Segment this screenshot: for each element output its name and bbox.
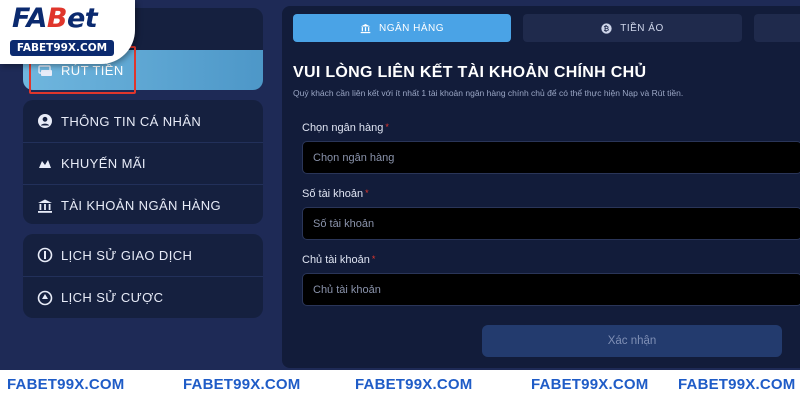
watermark-text: FABET99X.COM bbox=[355, 376, 473, 393]
tab-label: TIỀN ẢO bbox=[620, 22, 664, 34]
sidebar-group-account: THÔNG TIN CÁ NHÂN KHUYẾN MÃI TÀI KHOẢN N… bbox=[23, 100, 263, 224]
bet-history-icon bbox=[37, 290, 53, 306]
tab-more[interactable] bbox=[754, 14, 800, 42]
logo-domain: FABET99X.COM bbox=[10, 40, 114, 56]
tab-bank[interactable]: NGÂN HÀNG bbox=[293, 14, 511, 42]
account-holder-label: Chủ tài khoản * bbox=[302, 254, 376, 266]
sidebar-item-label: KHUYẾN MÃI bbox=[61, 156, 146, 171]
account-number-label: Số tài khoản * bbox=[302, 188, 369, 200]
form-title: VUI LÒNG LIÊN KẾT TÀI KHOẢN CHÍNH CHỦ bbox=[293, 64, 647, 81]
gift-icon bbox=[37, 156, 53, 172]
sidebar-item-personal-info[interactable]: THÔNG TIN CÁ NHÂN bbox=[23, 100, 263, 142]
coin-history-icon bbox=[37, 247, 53, 263]
logo[interactable]: FABet FABET99X.COM bbox=[0, 0, 135, 64]
logo-wordmark: FABet bbox=[12, 3, 98, 34]
tab-label: NGÂN HÀNG bbox=[378, 22, 445, 34]
account-holder-placeholder: Chủ tài khoản bbox=[313, 283, 381, 296]
svg-text:₿: ₿ bbox=[604, 24, 610, 32]
account-holder-input[interactable]: Chủ tài khoản bbox=[302, 273, 800, 306]
watermark-text: FABET99X.COM bbox=[678, 376, 796, 393]
watermark-text: FABET99X.COM bbox=[531, 376, 649, 393]
bank-select-label: Chọn ngân hàng * bbox=[302, 122, 389, 134]
sidebar-group-history: LỊCH SỬ GIAO DỊCH LỊCH SỬ CƯỢC bbox=[23, 234, 263, 318]
form-subtitle: Quý khách cần liên kết với ít nhất 1 tài… bbox=[293, 88, 684, 98]
watermark-bar: FABET99X.COM FABET99X.COM FABET99X.COM F… bbox=[0, 370, 800, 400]
main-panel: NGÂN HÀNG ₿ TIỀN ẢO VUI LÒNG LIÊN KẾT TÀ… bbox=[282, 6, 800, 368]
sidebar-item-label: LỊCH SỬ CƯỢC bbox=[61, 290, 164, 305]
account-number-placeholder: Số tài khoản bbox=[313, 217, 375, 230]
user-icon bbox=[37, 113, 53, 129]
account-number-input[interactable]: Số tài khoản bbox=[302, 207, 800, 240]
sidebar-item-bank-account[interactable]: TÀI KHOẢN NGÂN HÀNG bbox=[23, 184, 263, 224]
sidebar-item-bet-history[interactable]: LỊCH SỬ CƯỢC bbox=[23, 276, 263, 318]
sidebar-item-transaction-history[interactable]: LỊCH SỬ GIAO DỊCH bbox=[23, 234, 263, 276]
confirm-button[interactable]: Xác nhận bbox=[482, 325, 782, 357]
tab-crypto[interactable]: ₿ TIỀN ẢO bbox=[523, 14, 742, 42]
bank-icon bbox=[360, 23, 371, 33]
sidebar-item-promotions[interactable]: KHUYẾN MÃI bbox=[23, 142, 263, 184]
bank-select[interactable]: Chọn ngân hàng bbox=[302, 141, 800, 174]
sidebar-item-label: THÔNG TIN CÁ NHÂN bbox=[61, 113, 202, 129]
bitcoin-icon: ₿ bbox=[601, 22, 612, 34]
sidebar-item-label: TÀI KHOẢN NGÂN HÀNG bbox=[61, 198, 222, 213]
bank-select-placeholder: Chọn ngân hàng bbox=[313, 151, 395, 164]
bank-icon bbox=[37, 198, 53, 214]
watermark-text: FABET99X.COM bbox=[7, 376, 125, 393]
sidebar-item-label: LỊCH SỬ GIAO DỊCH bbox=[61, 247, 193, 263]
watermark-text: FABET99X.COM bbox=[183, 376, 301, 393]
